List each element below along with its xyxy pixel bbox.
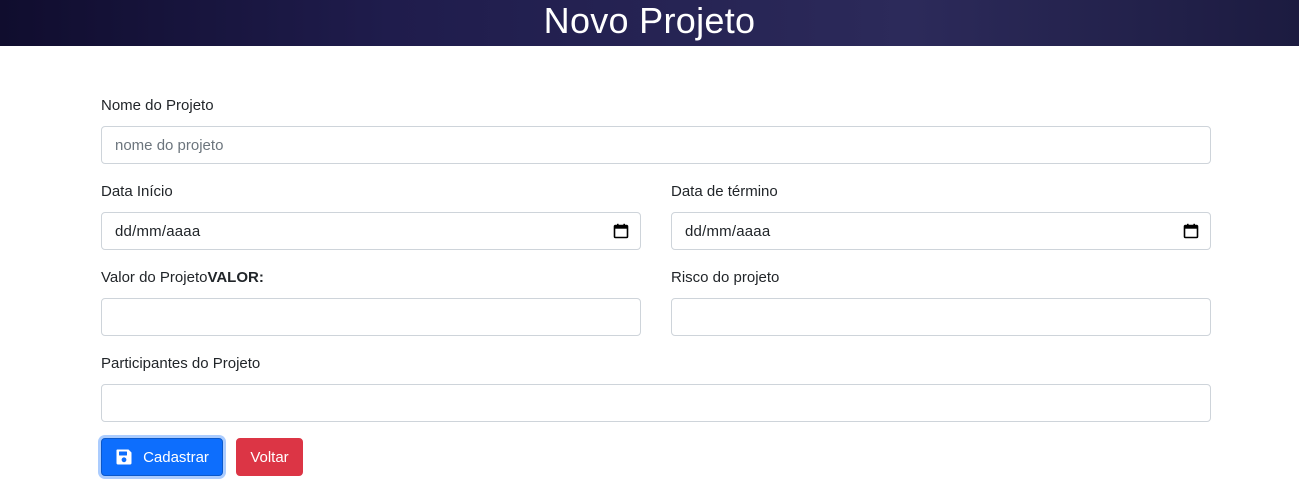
calendar-icon[interactable] [613, 223, 629, 239]
valor-input[interactable] [101, 298, 641, 336]
data-inicio-label: Data Início [101, 183, 173, 200]
data-termino-input[interactable]: dd/mm/aaaa [671, 212, 1211, 250]
nome-placeholder: nome do projeto [115, 136, 224, 154]
nome-label: Nome do Projeto [101, 97, 214, 114]
data-termino-value: dd/mm/aaaa [685, 222, 771, 240]
page-header: Novo Projeto [0, 0, 1299, 46]
valor-label-text: Valor do Projeto [101, 269, 208, 286]
data-inicio-value: dd/mm/aaaa [115, 222, 201, 240]
valor-label-bold: VALOR: [207, 269, 264, 286]
save-icon [115, 448, 133, 466]
cadastrar-button[interactable]: Cadastrar [101, 438, 223, 476]
voltar-label: Voltar [250, 448, 289, 466]
page-title: Novo Projeto [543, 0, 756, 41]
data-inicio-input[interactable]: dd/mm/aaaa [101, 212, 641, 250]
data-termino-label: Data de término [671, 183, 778, 200]
nome-input[interactable]: nome do projeto [101, 126, 1211, 164]
participantes-label: Participantes do Projeto [101, 355, 261, 372]
participantes-input[interactable] [101, 384, 1211, 422]
valor-label: Valor do ProjetoVALOR: [101, 268, 264, 288]
risco-label: Risco do projeto [671, 269, 780, 286]
cadastrar-label: Cadastrar [143, 448, 209, 466]
risco-input[interactable] [671, 298, 1211, 336]
calendar-icon[interactable] [1183, 223, 1199, 239]
voltar-button[interactable]: Voltar [236, 438, 303, 476]
